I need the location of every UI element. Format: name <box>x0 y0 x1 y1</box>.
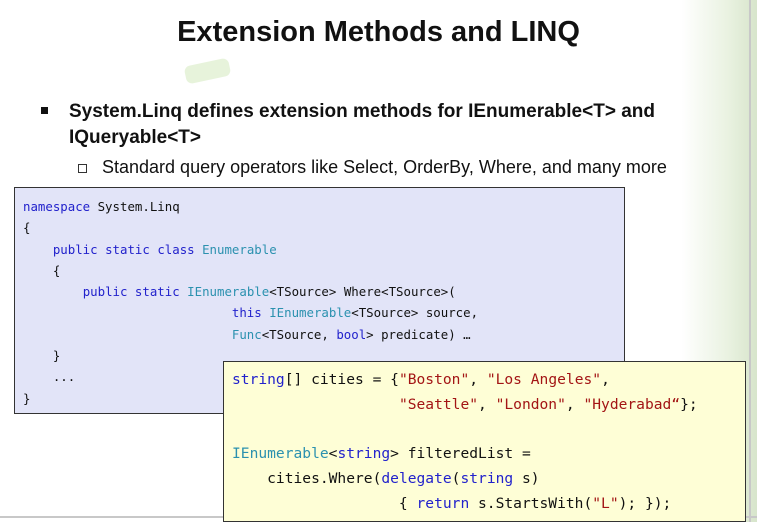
code-token: "L" <box>592 494 619 512</box>
code-token: "Hyderabad“ <box>583 395 681 413</box>
code-token: ... <box>23 369 76 385</box>
code-token: > filteredList = <box>390 445 531 463</box>
code-token: [] cities = { <box>284 371 399 388</box>
bullet-text: System.Linq defines extension methods fo… <box>69 101 655 148</box>
code-line: namespace System.Linq <box>23 199 180 214</box>
code-token: { <box>23 220 31 236</box>
code-token: "Los Angeles" <box>486 371 602 388</box>
code-token: Func <box>231 326 262 342</box>
code-token: , <box>565 395 584 413</box>
code-token: s) <box>513 469 540 487</box>
code-block-cities-text: string[] cities = {"Boston", "Los Angele… <box>232 368 698 516</box>
code-line: { return s.StartsWith("L"); }); <box>232 495 671 512</box>
code-token: return <box>416 494 470 512</box>
code-line: public static IEnumerable<TSource> Where… <box>23 284 456 299</box>
code-token: delegate <box>381 469 452 487</box>
code-token: "Seattle" <box>398 395 479 413</box>
code-token: { <box>23 262 61 278</box>
code-line: cities.Where(delegate(string s) <box>232 469 540 487</box>
code-line: Func<TSource, bool> predicate) … <box>23 327 471 342</box>
code-line: string[] cities = {"Boston", "Los Angele… <box>232 371 610 388</box>
code-line: { <box>23 263 60 278</box>
code-token: class <box>157 241 195 257</box>
code-token: <TSource> Where<TSource>( <box>269 284 456 300</box>
sub-bullet-text: Standard query operators like Select, Or… <box>102 157 667 177</box>
code-line: this IEnumerable<TSource> source, <box>23 305 478 320</box>
code-token: , <box>469 371 487 388</box>
code-line: IEnumerable<string> filteredList = <box>232 445 531 462</box>
code-token: }; <box>680 395 698 413</box>
slide-title: Extension Methods and LINQ <box>177 16 580 48</box>
code-token: Enumerable <box>202 241 277 257</box>
code-token: } <box>23 390 31 406</box>
code-line: } <box>23 391 30 406</box>
sub-bullet-square-icon <box>78 164 87 173</box>
code-token: cities.Where( <box>232 469 382 487</box>
code-token: public <box>52 241 98 257</box>
code-token: s.StartsWith( <box>469 494 593 512</box>
code-line: ... <box>23 369 75 384</box>
code-line: "Seattle", "London", "Hyderabad“}; <box>232 396 698 413</box>
code-token: bool <box>336 326 367 342</box>
code-token: IEnumerable <box>232 445 329 463</box>
code-token: public <box>82 284 128 300</box>
code-token: <TSource, <box>261 326 337 342</box>
code-token: > predicate) … <box>366 326 471 342</box>
code-token: , <box>601 371 610 388</box>
code-token: "Boston" <box>398 371 470 388</box>
code-token: string <box>232 371 285 388</box>
code-token: System.Linq <box>90 199 180 214</box>
code-token: string <box>337 445 391 463</box>
code-token: , <box>478 395 496 413</box>
code-token: static <box>105 241 150 257</box>
code-token: <TSource> source, <box>351 305 479 321</box>
code-token: IEnumerable <box>269 305 352 321</box>
code-token: { <box>232 494 417 512</box>
slide-border-right <box>749 0 751 522</box>
code-token: ); }); <box>618 494 672 512</box>
code-block-cities: string[] cities = {"Boston", "Los Angele… <box>223 361 746 522</box>
code-token: namespace <box>23 199 91 214</box>
code-token: } <box>23 348 61 364</box>
bullet-square-icon <box>41 107 48 114</box>
code-token: this <box>231 305 262 321</box>
code-token: IEnumerable <box>187 284 270 300</box>
code-token: static <box>134 284 180 300</box>
code-line: { <box>23 220 30 235</box>
code-line: } <box>23 348 60 363</box>
code-line: public static class Enumerable <box>23 242 277 257</box>
code-token: string <box>460 469 514 487</box>
code-token: "London" <box>495 395 566 413</box>
